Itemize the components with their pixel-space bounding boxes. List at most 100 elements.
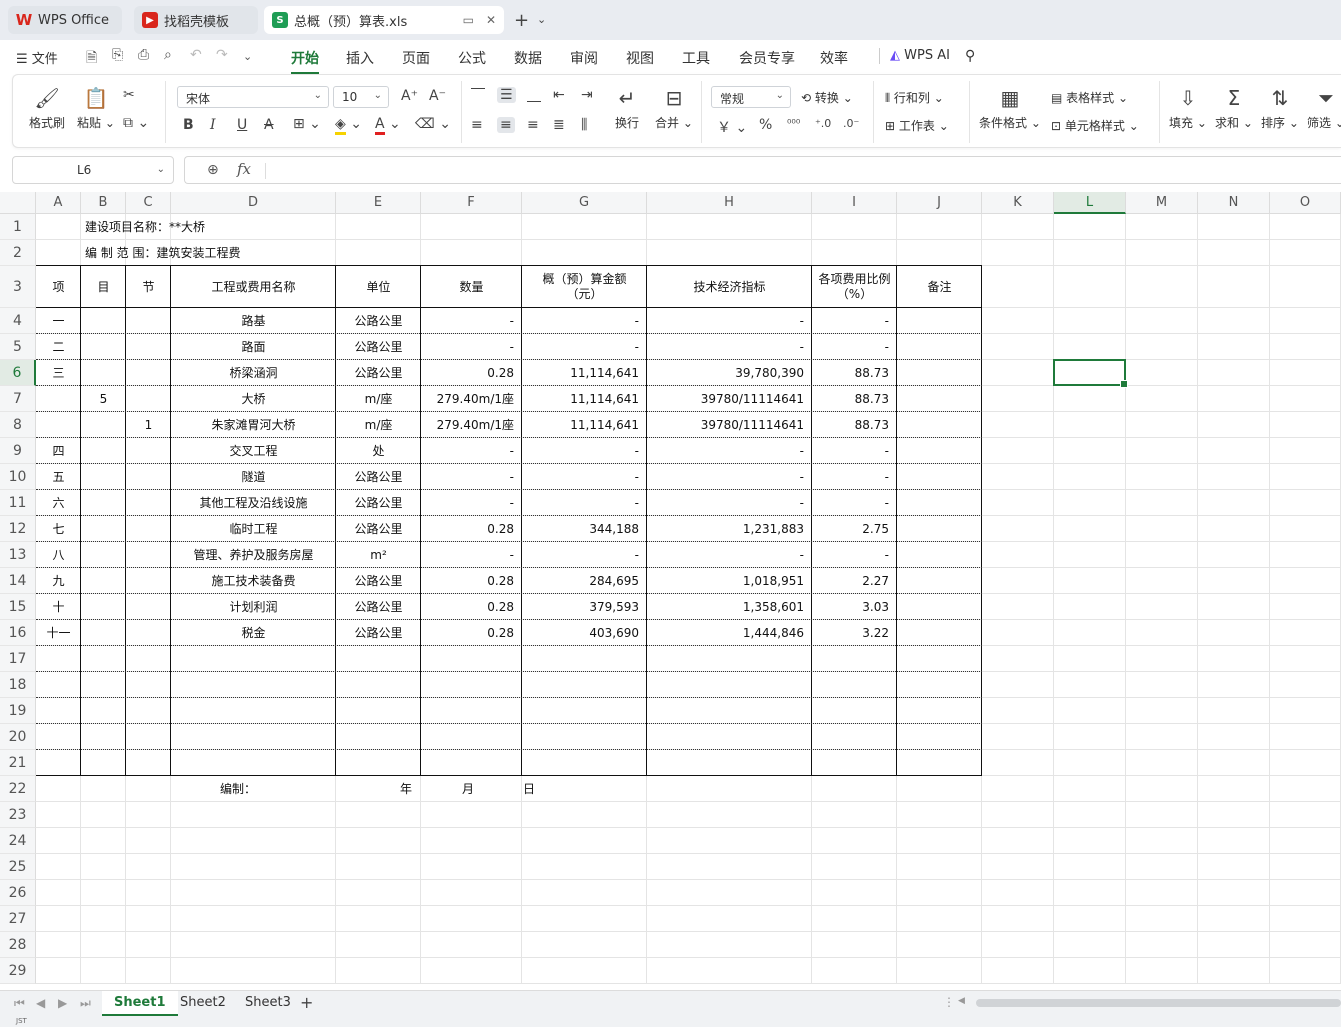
menu-formula[interactable]: 公式 — [458, 48, 486, 68]
table-cell[interactable] — [126, 516, 171, 542]
table-cell[interactable]: 交叉工程 — [171, 438, 336, 464]
row-header-8[interactable]: 8 — [0, 412, 36, 438]
wrap-text-button[interactable]: ↵ 换行 — [615, 85, 639, 131]
row-header-13[interactable]: 13 — [0, 542, 36, 568]
table-cell[interactable]: 十 — [36, 594, 81, 620]
table-cell[interactable]: 朱家滩胃河大桥 — [171, 412, 336, 438]
column-header-c[interactable]: C — [126, 192, 171, 214]
decrease-font-icon[interactable]: A⁻ — [429, 88, 446, 104]
thousands-icon[interactable]: ⁰⁰⁰ — [787, 117, 800, 130]
table-cell[interactable] — [81, 568, 126, 594]
table-cell[interactable]: - — [522, 438, 647, 464]
clear-format-icon[interactable]: ⌫ ⌄ — [415, 116, 451, 132]
table-cell[interactable] — [897, 620, 982, 646]
table-cell[interactable]: 0.28 — [421, 594, 522, 620]
table-cell[interactable]: 279.40m/1座 — [421, 412, 522, 438]
table-cell[interactable] — [81, 464, 126, 490]
font-name-select[interactable]: 宋体 ⌄ — [177, 86, 329, 108]
row-header-21[interactable]: 21 — [0, 750, 36, 776]
table-cell[interactable]: - — [647, 308, 812, 334]
row-header-20[interactable]: 20 — [0, 724, 36, 750]
align-bottom-icon[interactable]: ⎽ — [527, 87, 541, 103]
table-cell[interactable]: 5 — [81, 386, 126, 412]
table-cell[interactable] — [897, 490, 982, 516]
scroll-left-icon[interactable]: ◀ — [958, 996, 965, 1006]
table-cell[interactable]: 九 — [36, 568, 81, 594]
column-header-b[interactable]: B — [81, 192, 126, 214]
column-header-g[interactable]: G — [522, 192, 647, 214]
table-cell[interactable]: - — [647, 542, 812, 568]
sheet-tab-3[interactable]: Sheet3 — [233, 991, 303, 1016]
table-cell[interactable]: 1,018,951 — [647, 568, 812, 594]
table-cell[interactable]: 税金 — [171, 620, 336, 646]
table-cell[interactable]: 1,358,601 — [647, 594, 812, 620]
export-icon[interactable]: ⎘ — [112, 47, 123, 63]
name-box[interactable]: L6 ⌄ — [12, 156, 174, 184]
row-header-7[interactable]: 7 — [0, 386, 36, 412]
table-cell[interactable]: 0.28 — [421, 620, 522, 646]
table-cell[interactable]: m/座 — [336, 386, 421, 412]
table-cell[interactable]: 处 — [336, 438, 421, 464]
table-cell[interactable]: - — [812, 308, 897, 334]
table-cell[interactable]: 39,780,390 — [647, 360, 812, 386]
table-cell[interactable] — [81, 620, 126, 646]
table-cell[interactable] — [126, 542, 171, 568]
sheet-tab-2[interactable]: Sheet2 — [168, 991, 238, 1016]
table-cell[interactable] — [81, 334, 126, 360]
undo-icon[interactable]: ↶ — [190, 47, 202, 63]
table-cell[interactable]: - — [522, 464, 647, 490]
table-style-button[interactable]: ▤ 表格样式 ⌄ — [1051, 89, 1128, 106]
column-header-i[interactable]: I — [812, 192, 897, 214]
table-cell[interactable] — [897, 568, 982, 594]
table-cell[interactable] — [897, 334, 982, 360]
row-header-17[interactable]: 17 — [0, 646, 36, 672]
table-cell[interactable] — [81, 438, 126, 464]
menu-member[interactable]: 会员专享 — [739, 48, 795, 68]
table-cell[interactable]: 39780/11114641 — [647, 412, 812, 438]
row-header-3[interactable]: 3 — [0, 266, 36, 308]
table-cell[interactable] — [81, 542, 126, 568]
decrease-indent-icon[interactable]: ⇤ — [553, 87, 565, 103]
table-cell[interactable]: 88.73 — [812, 360, 897, 386]
row-header-15[interactable]: 15 — [0, 594, 36, 620]
menu-tools[interactable]: 工具 — [682, 48, 710, 68]
row-header-23[interactable]: 23 — [0, 802, 36, 828]
table-cell[interactable]: 公路公里 — [336, 594, 421, 620]
menu-page[interactable]: 页面 — [402, 48, 430, 68]
table-cell[interactable]: - — [812, 490, 897, 516]
table-cell[interactable] — [36, 386, 81, 412]
menu-home[interactable]: 开始 — [291, 48, 319, 74]
table-cell[interactable]: 344,188 — [522, 516, 647, 542]
cell-style-button[interactable]: ⊡ 单元格样式 ⌄ — [1051, 117, 1139, 134]
table-cell[interactable]: 379,593 — [522, 594, 647, 620]
table-cell[interactable]: 桥梁涵洞 — [171, 360, 336, 386]
chevron-down-icon[interactable]: ⌄ — [537, 13, 546, 26]
table-cell[interactable]: 88.73 — [812, 412, 897, 438]
convert-button[interactable]: ⟲ 转换 ⌄ — [801, 89, 853, 106]
print-icon[interactable]: ⎙ — [138, 47, 149, 63]
table-cell[interactable]: 公路公里 — [336, 308, 421, 334]
horizontal-scrollbar[interactable] — [976, 999, 1341, 1007]
table-cell[interactable]: 一 — [36, 308, 81, 334]
new-tab-icon[interactable]: + — [514, 10, 529, 31]
table-cell[interactable]: 大桥 — [171, 386, 336, 412]
row-header-9[interactable]: 9 — [0, 438, 36, 464]
row-header-2[interactable]: 2 — [0, 240, 36, 266]
table-cell[interactable] — [126, 568, 171, 594]
table-cell[interactable] — [897, 386, 982, 412]
next-sheet-icon[interactable]: ▶ — [58, 996, 67, 1010]
align-top-icon[interactable]: ⎺ — [471, 87, 485, 103]
align-center-icon[interactable]: ≡ — [497, 117, 515, 133]
selected-cell[interactable] — [1053, 359, 1128, 388]
cut-icon[interactable]: ✂ — [123, 87, 135, 103]
sum-button[interactable]: Σ 求和 ⌄ — [1215, 85, 1253, 131]
table-cell[interactable] — [126, 594, 171, 620]
save-icon[interactable]: 🗎 — [86, 47, 97, 71]
filter-button[interactable]: ⏷ 筛选 ⌄ — [1307, 85, 1341, 131]
table-cell[interactable]: - — [812, 464, 897, 490]
select-all-corner[interactable] — [0, 192, 36, 214]
table-cell[interactable]: 0.28 — [421, 516, 522, 542]
increase-indent-icon[interactable]: ⇥ — [581, 87, 593, 103]
table-cell[interactable]: m² — [336, 542, 421, 568]
column-header-m[interactable]: M — [1126, 192, 1198, 214]
